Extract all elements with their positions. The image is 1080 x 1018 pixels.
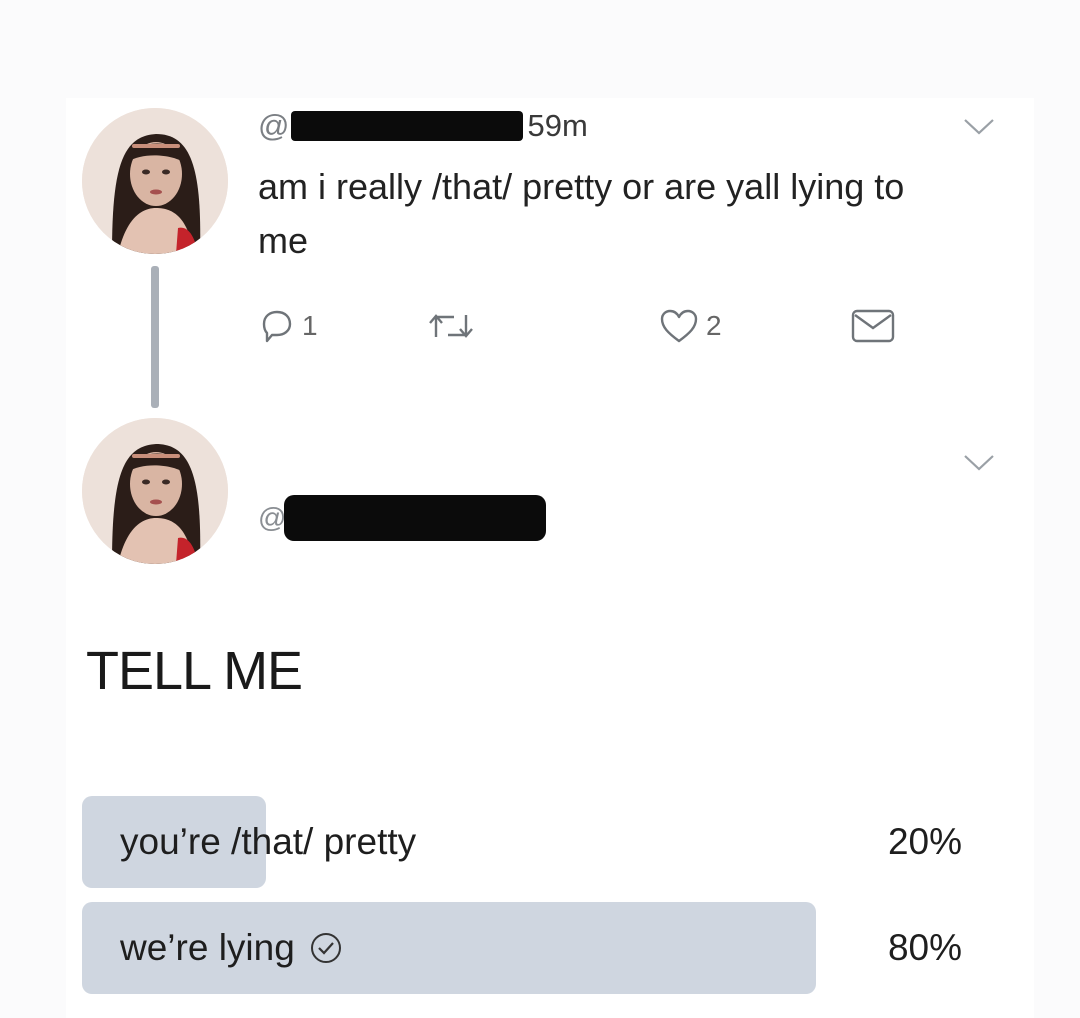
tweet-timestamp[interactable]: 59m	[527, 108, 587, 144]
redacted-handle	[291, 111, 524, 141]
poll-option-label: we’re lying	[120, 927, 295, 968]
poll-question: TELL ME	[86, 641, 303, 701]
redacted-handle	[284, 495, 547, 541]
retweet-icon	[429, 314, 473, 338]
poll-option-label-row: we’re lying	[120, 902, 343, 994]
poll-option[interactable]: we’re lying 80%	[82, 902, 964, 994]
chevron-down-icon[interactable]	[962, 116, 996, 138]
retweet-button[interactable]	[428, 302, 474, 350]
reply-header: @	[258, 488, 547, 548]
chevron-down-icon[interactable]	[962, 452, 996, 474]
thread-line	[151, 266, 159, 408]
poll-option-label: you’re /that/ pretty	[120, 821, 417, 862]
check-circle-icon	[309, 931, 343, 965]
handle-at-sign[interactable]: @	[258, 502, 286, 534]
tweet-actions: 1 2	[258, 302, 918, 350]
message-icon	[851, 309, 895, 343]
avatar[interactable]	[82, 108, 228, 254]
reply-icon	[262, 310, 292, 343]
tweet-header: @ 59m	[258, 104, 588, 148]
avatar[interactable]	[82, 418, 228, 564]
tweet-text: am i really /that/ pretty or are yall ly…	[258, 166, 905, 261]
poll-option-percent: 80%	[887, 927, 962, 968]
like-button[interactable]: 2	[658, 302, 722, 350]
like-count: 2	[706, 310, 722, 341]
poll-option[interactable]: you’re /that/ pretty 20%	[82, 796, 964, 888]
poll-option-percent: 20%	[887, 821, 962, 862]
reply-count: 1	[302, 310, 318, 341]
like-icon	[660, 309, 698, 343]
reply-button[interactable]: 1	[258, 302, 318, 350]
handle-at-sign[interactable]: @	[258, 108, 289, 144]
message-button[interactable]	[850, 302, 896, 350]
